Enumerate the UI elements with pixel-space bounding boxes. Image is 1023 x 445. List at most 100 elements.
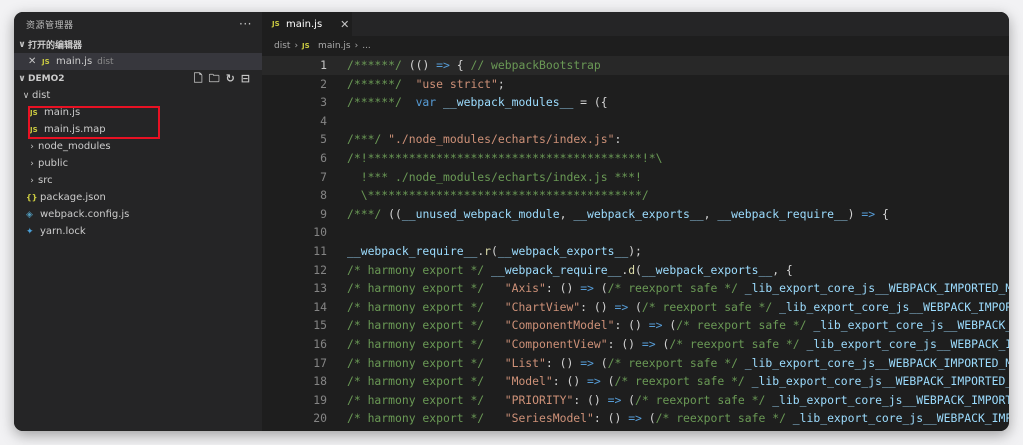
code-token: "Axis" [504,281,546,296]
line-number: 2 [320,76,327,91]
explorer-title: 资源管理器 [26,20,74,31]
code-token: "PRIORITY" [504,392,574,407]
code-text: /******/ (() => { // webpackBootstrap [347,56,601,75]
code-token: /* reexport safe */ [655,411,793,426]
line-number: 20 [313,411,327,426]
code-token: \***************************************… [347,188,649,203]
code-line[interactable]: 20 /* harmony export */ "SeriesModel": ()… [262,409,1009,428]
code-text: /* harmony export */ __webpack_require__… [347,261,793,280]
code-text: /*!*************************************… [347,149,662,168]
code-token: , { [772,262,793,277]
open-editor-folder: dist [97,56,114,67]
code-line[interactable]: 10 [262,223,1009,242]
code-token: ( [593,355,608,370]
code-line[interactable]: 5 /***/ "./node_modules/echarts/index.js"… [262,130,1009,149]
code-token: ( [621,392,636,407]
code-token: , [703,206,718,221]
tree-item-label: node_modules [38,141,111,152]
code-token: _lib_export_core_js__WEBPACK_IMPORTED_MO… [772,392,1009,407]
code-token: /******/ [347,58,409,72]
tab-main-js[interactable]: JS main.js ✕ [262,12,352,36]
more-actions-icon[interactable]: ··· [239,17,252,31]
code-line[interactable]: 13 /* harmony export */ "Axis": () => (/*… [262,279,1009,298]
code-token: => [641,336,656,351]
code-token: /*!*************************************… [347,150,663,165]
code-token: _lib_export_core_js__WEBPACK_IMPORTED_MO… [744,355,1009,370]
code-token: { [449,58,471,72]
close-icon[interactable]: ✕ [28,56,42,67]
breadcrumb-file[interactable]: main.js [318,41,351,51]
code-token: => [607,392,622,407]
code-line[interactable]: 4 [262,112,1009,131]
code-text: /* harmony export */ "Axis": () => (/* r… [347,279,1009,298]
open-editor-name: main.js [56,56,93,67]
line-number: 3 [320,95,327,110]
code-token: /* harmony export */ [347,392,505,407]
code-token: => [580,281,594,296]
code-token: => [614,299,629,314]
breadcrumb: dist › JS main.js › ... [262,36,1009,56]
code-token: , [559,206,574,221]
code-line[interactable]: 6 /*!************************************… [262,149,1009,168]
code-token: /* harmony export */ [347,374,505,389]
code-token: /* harmony export */ [347,318,505,333]
code-token: ( [655,336,670,351]
code-line[interactable]: 16 /* harmony export */ "ComponentView": … [262,335,1009,354]
code-line[interactable]: 9 /***/ ((__unused_webpack_module, __webp… [262,205,1009,224]
tree-item-public[interactable]: › public [14,155,262,172]
line-number: 7 [320,169,327,184]
new-folder-icon[interactable]: 🗀 [209,73,220,84]
js-file-icon: JS [302,42,310,50]
code-token: (() [408,58,437,72]
breadcrumb-folder[interactable]: dist [274,41,290,51]
code-line[interactable]: 15 /* harmony export */ "ComponentModel":… [262,316,1009,335]
code-line[interactable]: 8 \*************************************… [262,186,1009,205]
code-token: ( [641,411,656,426]
code-token: r [484,243,492,258]
webpack-icon: ◈ [26,209,33,220]
tree-item-src[interactable]: › src [14,172,262,189]
code-token: __webpack_exports__ [641,262,773,277]
code-token: __webpack_require__ [717,206,848,221]
code-line[interactable]: 19 /* harmony export */ "PRIORITY": () =>… [262,391,1009,410]
code-line[interactable]: 12 /* harmony export */ __webpack_require… [262,261,1009,280]
code-line[interactable]: 1 /******/ (() => { // webpackBootstrap [262,56,1009,75]
tree-item-yarn-lock[interactable]: ✦ yarn.lock [14,223,262,240]
open-editor-main-js[interactable]: ✕ JS main.js dist [14,53,262,70]
code-line[interactable]: 18 /* harmony export */ "Model": () => (/… [262,372,1009,391]
code-token: /* reexport safe */ [669,336,807,351]
code-token: "ComponentModel" [504,318,615,333]
tree-item-webpack-config[interactable]: ◈ webpack.config.js [14,206,262,223]
new-file-icon[interactable]: 🗋 [194,73,203,84]
line-number: 15 [313,318,327,333]
code-line[interactable]: 14 /* harmony export */ "ChartView": () =… [262,298,1009,317]
breadcrumb-ellipsis[interactable]: ... [362,41,371,51]
chevron-down-icon: ∨ [22,90,30,101]
refresh-icon[interactable]: ↻ [226,73,235,84]
code-token: : () [614,318,649,333]
code-token: _lib_export_core_js__WEBPACK_IMPORTED_MO… [744,281,1009,296]
code-line[interactable]: 7 !*** ./node_modules/echarts/index.js *… [262,168,1009,187]
code-token: // webpackBootstrap [470,58,601,72]
project-section[interactable]: ∨ DEMO2 🗋 🗀 ↻ ⊟ [14,70,262,87]
code-editor[interactable]: 1/******/ (() => { // webpackBootstrap 2/… [262,56,1009,431]
red-highlight-box [28,106,160,139]
code-line[interactable]: 2 /******/ "use strict"; [262,75,1009,94]
tree-item-label: src [38,175,53,186]
collapse-all-icon[interactable]: ⊟ [241,73,250,84]
code-token: "ChartView" [504,299,581,314]
code-token: __webpack_require__ [347,243,478,258]
code-token: : [614,132,622,147]
open-editors-section[interactable]: ∨ 打开的编辑器 [14,36,262,53]
code-line[interactable]: 11 __webpack_require__.r(__webpack_export… [262,242,1009,261]
tree-item-dist[interactable]: ∨ dist [14,87,262,104]
tree-item-package-json[interactable]: {} package.json [14,189,262,206]
code-token: /* reexport safe */ [607,355,745,370]
line-number: 12 [313,262,327,277]
code-line[interactable]: 17 /* harmony export */ "List": () => (/*… [262,354,1009,373]
tree-item-label: package.json [40,192,106,203]
tree-item-node-modules[interactable]: › node_modules [14,138,262,155]
code-line[interactable]: 3 /******/ var __webpack_modules__ = ({ [262,93,1009,112]
close-icon[interactable]: ✕ [340,18,349,31]
code-token: !*** ./node_modules/echarts/index.js ***… [347,169,642,184]
